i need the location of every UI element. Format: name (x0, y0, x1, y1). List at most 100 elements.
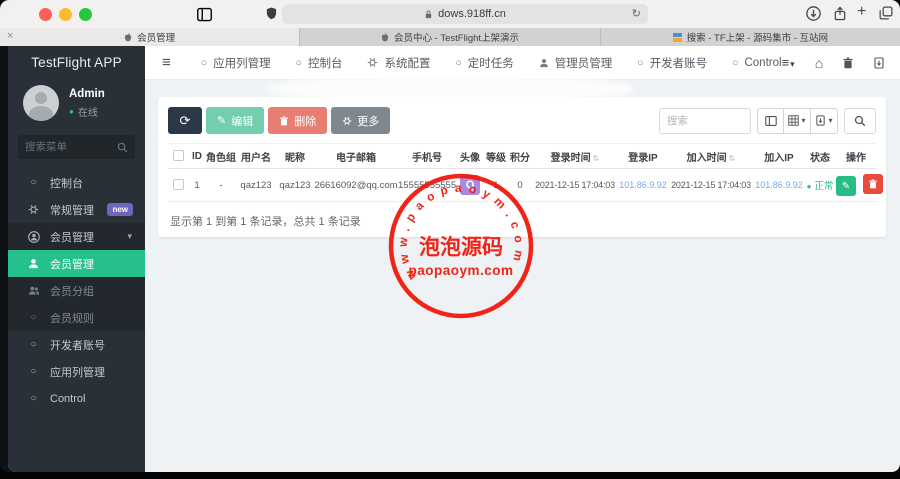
nav-label: 应用列管理 (213, 57, 271, 70)
table-search-input[interactable] (659, 107, 751, 134)
new-tab-icon[interactable]: + (857, 3, 866, 21)
trash-icon[interactable] (842, 57, 854, 69)
user-name: Admin (69, 88, 105, 100)
close-tab-icon[interactable]: × (7, 30, 13, 42)
cell-login-time: 2021-12-15 17:04:03 (532, 168, 618, 202)
sidebar-item-console[interactable]: ○ 控制台 (8, 169, 145, 196)
table-row[interactable]: 1 - qaz123 qaz123 26616092@qq.com 155555… (168, 168, 883, 202)
col-points: 积分 (508, 143, 532, 169)
sidebar-item-member-management-parent[interactable]: 会员管理 ▾ (8, 223, 145, 250)
hamburger-icon[interactable]: ≡ (162, 54, 171, 71)
menu-search-input[interactable] (25, 141, 117, 153)
record-summary: 显示第 1 到第 1 条记录，总共 1 条记录 (170, 216, 361, 228)
circle-icon: ○ (30, 339, 37, 350)
tab-overview-icon[interactable] (879, 6, 893, 20)
app-sidebar: TestFlight APP Admin ●在线 ○ 控制台 (8, 46, 145, 472)
sidebar-item-label: 会员分组 (50, 285, 94, 298)
downloads-icon[interactable] (806, 6, 821, 21)
sidebar-item-app-list-management[interactable]: ○ 应用列管理 (8, 358, 145, 385)
sidebar-item-developer-accounts[interactable]: ○ 开发者账号 (8, 331, 145, 358)
cell-level: 1 (484, 168, 508, 202)
nav-item-control[interactable]: ○ Control (732, 57, 781, 69)
sidebar-item-label: 开发者账号 (50, 339, 105, 352)
pencil-icon: ✎ (217, 115, 227, 127)
close-window-button[interactable] (39, 8, 52, 21)
tab-member-management[interactable]: × 会员管理 (0, 28, 301, 46)
address-bar[interactable]: dows.918ff.cn ↻ (282, 4, 648, 24)
more-button[interactable]: 更多 (331, 107, 391, 134)
user-status: 在线 (77, 108, 98, 119)
sidebar-item-label: 会员管理 (50, 231, 94, 244)
tab-search-huzhan[interactable]: 搜索 - TF上架 - 源码集市 - 互站网 (600, 28, 900, 46)
cell-username: qaz123 (236, 168, 276, 202)
zoom-window-button[interactable] (79, 8, 92, 21)
browser-window: ‹ › dows.918ff.cn ↻ + × (0, 0, 900, 472)
top-navbar: ≡ ○ 应用列管理 ○ 控制台 系统配置 ○ 定时任务 管理员管理 ○ 开发者账号 ○ C… (145, 46, 900, 80)
screenshot-root: ‹ › dows.918ff.cn ↻ + × (0, 0, 900, 479)
tab-label: 会员管理 (137, 33, 176, 44)
export-button[interactable]: ▾ (811, 107, 838, 134)
sidebar-item-label: 常规管理 (50, 204, 94, 217)
user-avatar[interactable] (23, 85, 59, 121)
circle-icon: ○ (30, 366, 37, 377)
nav-item-app-list[interactable]: ○ 应用列管理 (201, 55, 271, 71)
status-dot-icon: ● (806, 182, 812, 191)
home-icon[interactable]: ⌂ (815, 55, 823, 71)
sort-icon[interactable]: ⇅ (593, 154, 600, 163)
nav-item-console[interactable]: ○ 控制台 (296, 55, 343, 71)
menu-list-dropdown-icon[interactable]: ≡▾ (782, 55, 796, 70)
join-ip-link[interactable]: 101.86.9.92 (755, 180, 803, 190)
apple-favicon (124, 32, 132, 42)
user-icon (27, 258, 40, 269)
sidebar-item-member-groups[interactable]: 会员分组 (8, 277, 145, 304)
col-join-time[interactable]: 加入时间 ⇅ (668, 143, 754, 169)
url-text: dows.918ff.cn (438, 8, 506, 20)
search-icon (117, 142, 128, 153)
nav-label: Control (744, 56, 782, 69)
share-icon[interactable] (833, 6, 847, 21)
toggle-pagination-button[interactable] (757, 107, 784, 134)
clear-cache-icon[interactable] (873, 57, 885, 69)
desktop-bottom-strip (0, 472, 900, 479)
delete-button[interactable]: 删除 (268, 107, 328, 134)
privacy-shield-icon[interactable] (266, 7, 277, 20)
search-button[interactable] (844, 107, 876, 134)
row-checkbox[interactable] (172, 179, 184, 191)
sidebar-item-member-rules[interactable]: ○ 会员规则 (8, 304, 145, 331)
web-page: TestFlight APP Admin ● 在线 ○ 控制台 (8, 46, 900, 472)
member-avatar-badge[interactable]: Q (460, 175, 480, 195)
app-title: TestFlight APP (31, 55, 122, 70)
nav-label: 定时任务 (467, 57, 514, 70)
col-email: 电子邮箱 (314, 143, 398, 169)
tab-member-center[interactable]: 会员中心 - TestFlight上架演示 (300, 28, 601, 46)
browser-titlebar: ‹ › dows.918ff.cn ↻ + (0, 0, 900, 28)
menu-search-box[interactable] (18, 135, 135, 159)
lock-icon (424, 10, 433, 19)
col-actions: 操作 (836, 143, 876, 169)
sidebar-item-member-management[interactable]: 会员管理 (8, 250, 145, 277)
reload-icon[interactable]: ↻ (632, 7, 641, 20)
select-all-checkbox[interactable] (172, 150, 184, 162)
new-badge: new (107, 203, 133, 216)
nav-item-scheduled-tasks[interactable]: ○ 定时任务 (455, 55, 513, 71)
nav-item-admin-management[interactable]: 管理员管理 (539, 55, 612, 71)
login-ip-link[interactable]: 101.86.9.92 (619, 180, 667, 190)
circle-icon: ○ (30, 393, 37, 404)
col-role-group: 角色组 (206, 143, 236, 169)
row-delete-button[interactable] (862, 173, 883, 194)
edit-button[interactable]: ✎ 编辑 (206, 107, 265, 134)
columns-button[interactable]: ▾ (784, 107, 811, 134)
row-edit-button[interactable]: ✎ (836, 176, 856, 197)
minimize-window-button[interactable] (59, 8, 72, 21)
sidebar-item-general-management[interactable]: 常规管理 new (8, 196, 145, 223)
col-login-time[interactable]: 登录时间 ⇅ (532, 143, 618, 169)
refresh-button[interactable]: ⟳ (168, 107, 202, 134)
content-area: ⟳ ✎编辑 删除 更多 ▾ ▾ (145, 80, 900, 472)
sidebar-menu: ○ 控制台 常规管理 new 会员管理 ▾ 会员管理 会员分组 ○ 会员规则 ○… (8, 169, 145, 412)
sidebar-toggle-icon[interactable] (197, 7, 212, 22)
sort-icon[interactable]: ⇅ (729, 154, 736, 163)
sidebar-item-control[interactable]: ○ Control (8, 385, 145, 412)
cell-points: 0 (508, 168, 532, 202)
nav-item-developer-accounts[interactable]: ○ 开发者账号 (637, 55, 707, 71)
nav-item-system-config[interactable]: 系统配置 (367, 55, 430, 71)
